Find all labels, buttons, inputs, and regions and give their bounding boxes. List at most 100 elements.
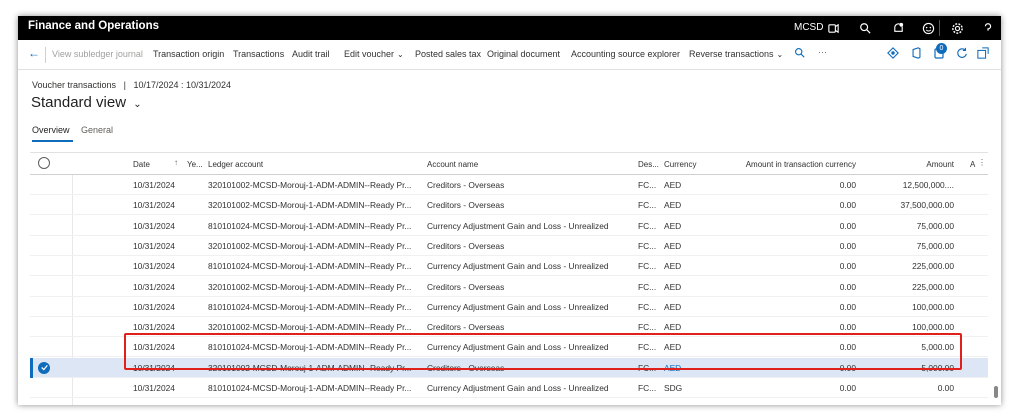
- cell-amount: 75,000.00: [916, 220, 954, 231]
- refresh-icon[interactable]: [956, 47, 968, 61]
- active-tab-indicator: [32, 140, 73, 142]
- chevron-down-icon: ⌄: [397, 50, 404, 59]
- column-header-currency[interactable]: Currency: [664, 160, 696, 169]
- cell-currency: AED: [664, 180, 682, 190]
- cell-currency: AED: [664, 240, 682, 251]
- cell-account-name: Currency Adjustment Gain and Loss - Unre…: [427, 220, 609, 231]
- cell-ledger-account[interactable]: 810101024-MCSD-Morouj-1-ADM-ADMIN--Ready…: [208, 383, 411, 393]
- attachments-icon[interactable]: 0: [934, 43, 947, 61]
- cell-amount: 100,000.00: [912, 301, 954, 312]
- cell-currency: AED: [664, 220, 682, 231]
- breadcrumb-separator: |: [123, 80, 126, 90]
- transaction-origin-button[interactable]: Transaction origin: [153, 49, 224, 59]
- reverse-transactions-label: Reverse transactions: [689, 49, 774, 59]
- cell-ledger-account[interactable]: 320101002-MCSD-Morouj-1-ADM-ADMIN--Ready…: [208, 241, 411, 251]
- top-navigation-bar: Finance and Operations MCSD: [18, 16, 1001, 40]
- table-row[interactable]: 10/31/2024 320101002-MCSD-Morouj-1-ADM-AD…: [30, 175, 988, 195]
- cell-description: FC...: [638, 322, 657, 333]
- tab-general[interactable]: General: [81, 125, 113, 135]
- cell-currency: AED: [664, 301, 682, 312]
- reverse-transactions-menu[interactable]: Reverse transactions ⌄: [689, 49, 783, 59]
- column-options-icon[interactable]: ⋮: [978, 158, 986, 167]
- cell-currency: SDG: [664, 383, 683, 393]
- cell-amount: 75,000.00: [916, 240, 954, 251]
- column-header-year[interactable]: Ye...: [187, 160, 203, 169]
- cell-ledger-account[interactable]: 810101024-MCSD-Morouj-1-ADM-ADMIN--Ready…: [208, 261, 411, 271]
- row-selected-check-icon[interactable]: [38, 361, 50, 374]
- cell-amount-transaction-currency: 0.00: [839, 301, 856, 312]
- cell-description: FC...: [638, 301, 657, 312]
- original-document-button[interactable]: Original document: [487, 49, 560, 59]
- table-row[interactable]: 10/31/2024 320101002-MCSD-Morouj-1-ADM-AD…: [30, 277, 988, 297]
- view-selector[interactable]: Standard view ⌄: [31, 94, 142, 111]
- column-header-ledger-account[interactable]: Ledger account: [208, 160, 263, 169]
- chevron-down-icon: ⌄: [776, 50, 784, 59]
- action-search-icon[interactable]: [794, 47, 805, 60]
- feedback-smiley-icon[interactable]: [919, 19, 937, 37]
- table-row[interactable]: 10/31/2024 320101002-MCSD-Morouj-1-ADM-AD…: [30, 236, 988, 256]
- cell-date: 10/31/2024: [133, 240, 175, 251]
- more-options-icon[interactable]: ···: [818, 47, 827, 57]
- company-picker[interactable]: MCSD: [794, 22, 823, 33]
- cell-account-name: Currency Adjustment Gain and Loss - Unre…: [427, 383, 609, 393]
- select-all-radio[interactable]: [38, 157, 50, 169]
- tab-overview[interactable]: Overview: [32, 125, 70, 135]
- column-header-amount[interactable]: Amount: [880, 160, 954, 169]
- view-subledger-journal-button[interactable]: View subledger journal: [52, 49, 143, 59]
- cell-account-name: Creditors - Overseas: [427, 240, 505, 251]
- topbar-divider: [939, 20, 940, 36]
- cell-amount: 12,500,000....: [902, 180, 954, 190]
- column-header-date[interactable]: Date: [133, 160, 150, 169]
- transactions-button[interactable]: Transactions: [233, 49, 284, 59]
- table-row[interactable]: 10/31/2024 810101024-MCSD-Morouj-1-ADM-AD…: [30, 256, 988, 277]
- cell-currency: AED: [664, 322, 682, 333]
- cell-ledger-account[interactable]: 320101002-MCSD-Morouj-1-ADM-ADMIN--Ready…: [208, 180, 411, 190]
- cell-ledger-account[interactable]: 320101002-MCSD-Morouj-1-ADM-ADMIN--Ready…: [208, 200, 411, 210]
- audit-trail-button[interactable]: Audit trail: [292, 49, 330, 59]
- action-pane: ← View subledger journal Transaction ori…: [18, 40, 1001, 70]
- office-icon[interactable]: [911, 47, 922, 61]
- cell-date: 10/31/2024: [133, 383, 175, 393]
- accounting-source-explorer-button[interactable]: Accounting source explorer: [571, 49, 680, 59]
- column-header-account-name[interactable]: Account name: [427, 160, 478, 169]
- cell-description: FC...: [638, 281, 657, 292]
- column-header-overflow[interactable]: A: [970, 160, 975, 169]
- power-apps-icon[interactable]: [887, 47, 899, 61]
- column-header-description[interactable]: Des...: [638, 160, 659, 169]
- cell-amount: 225,000.00: [912, 261, 954, 272]
- cell-date: 10/31/2024: [133, 200, 175, 211]
- vertical-scrollbar[interactable]: [994, 386, 998, 398]
- breadcrumb: Voucher transactions | 10/17/2024 : 10/3…: [32, 80, 231, 90]
- posted-sales-tax-button[interactable]: Posted sales tax: [415, 49, 481, 59]
- search-icon[interactable]: [856, 19, 874, 37]
- table-row[interactable]: 10/31/2024 810101024-MCSD-Morouj-1-ADM-AD…: [30, 378, 988, 398]
- app-title[interactable]: Finance and Operations: [28, 20, 159, 32]
- back-arrow-icon[interactable]: ←: [28, 46, 40, 60]
- cell-amount: 100,000.00: [912, 322, 954, 333]
- column-header-amount-in-transaction-currency[interactable]: Amount in transaction currency: [730, 160, 856, 169]
- cell-description: FC...: [638, 383, 657, 393]
- settings-gear-icon[interactable]: [948, 19, 966, 37]
- grid-header: Date ↑ Ye... Ledger account Account name…: [30, 153, 988, 175]
- cell-ledger-account[interactable]: 810101024-MCSD-Morouj-1-ADM-ADMIN--Ready…: [208, 221, 411, 231]
- action-divider: [45, 47, 46, 63]
- cell-currency: AED: [664, 281, 682, 292]
- help-icon[interactable]: [979, 19, 997, 37]
- edit-voucher-menu[interactable]: Edit voucher ⌄: [344, 49, 404, 59]
- open-in-new-window-icon[interactable]: [977, 47, 989, 61]
- cell-date: 10/31/2024: [133, 261, 175, 272]
- cell-ledger-account[interactable]: 810101024-MCSD-Morouj-1-ADM-ADMIN--Ready…: [208, 302, 411, 312]
- cell-ledger-account[interactable]: 320101002-MCSD-Morouj-1-ADM-ADMIN--Ready…: [208, 322, 411, 332]
- sync-icon[interactable]: [824, 19, 842, 37]
- cell-ledger-account[interactable]: 320101002-MCSD-Morouj-1-ADM-ADMIN--Ready…: [208, 282, 411, 292]
- cell-description: FC...: [638, 261, 657, 272]
- cell-account-name: Creditors - Overseas: [427, 200, 505, 211]
- cell-account-name: Creditors - Overseas: [427, 281, 505, 292]
- notifications-icon[interactable]: [889, 19, 907, 37]
- table-row[interactable]: 10/31/2024 810101024-MCSD-Morouj-1-ADM-AD…: [30, 297, 988, 317]
- cell-date: 10/31/2024: [133, 281, 175, 292]
- table-row[interactable]: 10/31/2024 810101024-MCSD-Morouj-1-ADM-AD…: [30, 216, 988, 236]
- cell-description: FC...: [638, 220, 657, 231]
- cell-description: FC...: [638, 200, 657, 211]
- table-row[interactable]: 10/31/2024 320101002-MCSD-Morouj-1-ADM-AD…: [30, 195, 988, 216]
